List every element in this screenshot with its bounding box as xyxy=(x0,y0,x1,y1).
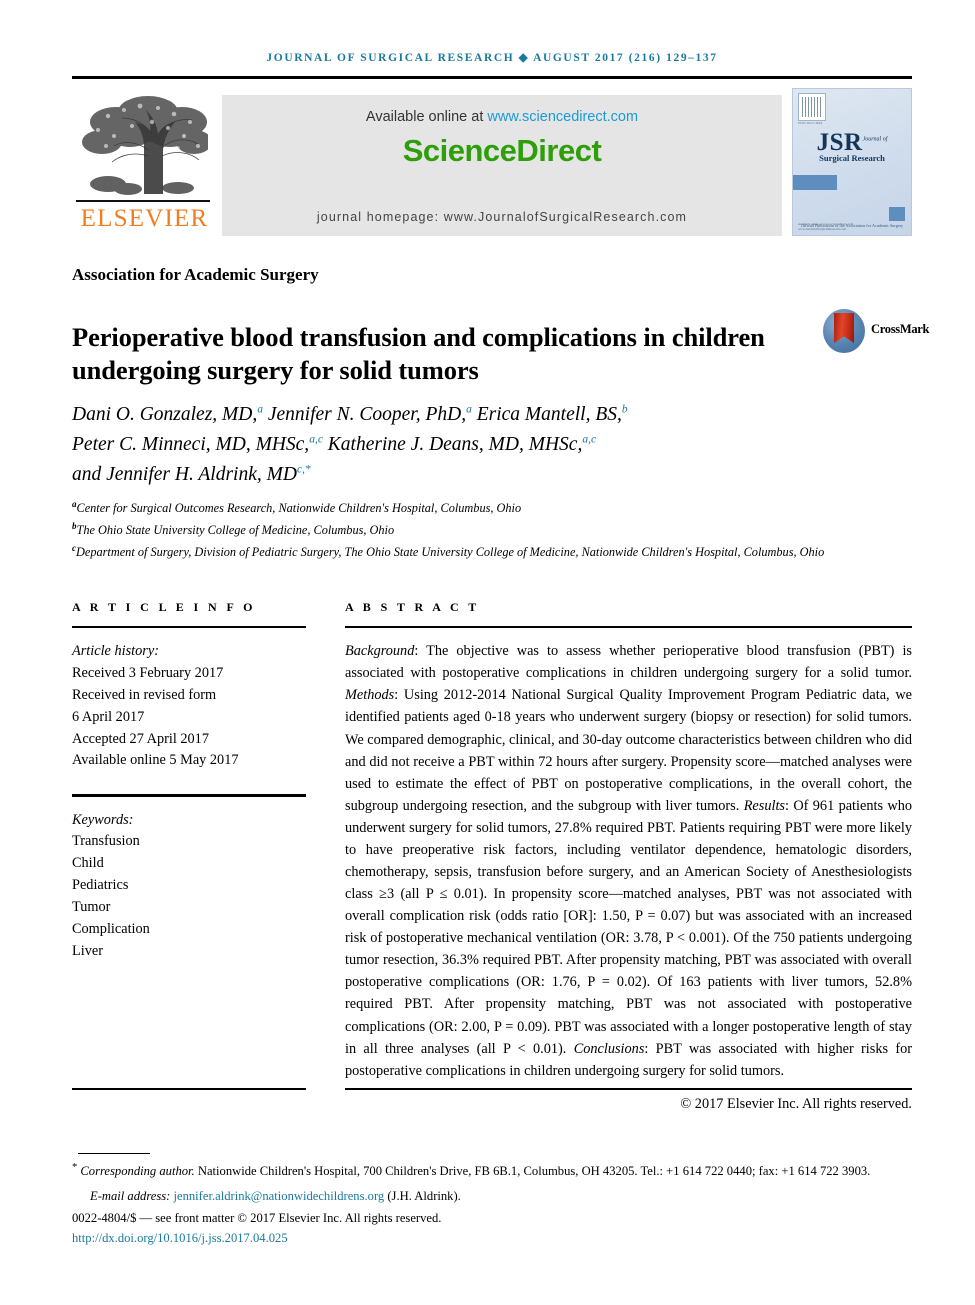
abstract-heading: A B S T R A C T xyxy=(345,600,480,614)
cover-accent-bar-left xyxy=(793,175,837,190)
cover-footer-line1: Available online at www.sciencedirect.co… xyxy=(798,222,854,227)
running-head: JOURNAL OF SURGICAL RESEARCH ◆ AUGUST 20… xyxy=(266,52,718,64)
abstract-body: Background: The objective was to assess … xyxy=(345,640,912,1082)
abstract-copyright: © 2017 Elsevier Inc. All rights reserved… xyxy=(680,1095,912,1112)
keyword-item: Complication xyxy=(72,920,150,937)
article-info-rule-bottom xyxy=(72,1088,306,1091)
cover-footer-line2: www.JournalofSurgicalResearch.com xyxy=(798,226,847,231)
available-online-prefix: Available online at xyxy=(365,109,488,125)
author-deans-affil: a,c xyxy=(582,433,597,446)
abstract-background-label: Background xyxy=(345,643,415,660)
corresponding-author-text: Nationwide Children's Hospital, 700 Chil… xyxy=(194,1164,871,1179)
keyword-item: Liver xyxy=(72,942,103,959)
affiliation-list: aCenter for Surgical Outcomes Research, … xyxy=(72,497,902,563)
sciencedirect-link[interactable]: www.sciencedirect.com xyxy=(487,109,638,125)
cover-title-superscript: Journal of xyxy=(862,136,888,143)
abstract-methods-label: Methods xyxy=(345,687,395,704)
abstract-rule-top xyxy=(345,626,912,629)
issn-copyright-line: 0022-4804/$ — see front matter © 2017 El… xyxy=(72,1210,442,1225)
abstract-rule-bottom xyxy=(345,1088,912,1091)
author-cooper: Jennifer N. Cooper, PhD, xyxy=(263,404,467,425)
affiliation-item: cDepartment of Surgery, Division of Pedi… xyxy=(72,541,902,563)
article-info-column: A R T I C L E I N F O Article history: R… xyxy=(72,600,306,963)
crossmark-label: CrossMark xyxy=(871,322,930,336)
email-link[interactable]: jennifer.aldrink@nationwidechildrens.org xyxy=(174,1189,385,1203)
doi-link[interactable]: http://dx.doi.org/10.1016/j.jss.2017.04.… xyxy=(72,1231,288,1245)
elsevier-logo-rule xyxy=(76,200,210,202)
keyword-item: Transfusion xyxy=(72,833,140,850)
author-deans: Katherine J. Deans, MD, MHSc, xyxy=(322,433,583,455)
author-gonzalez: Dani O. Gonzalez, MD, xyxy=(72,404,258,425)
email-label: E-mail address: xyxy=(90,1188,171,1203)
author-aldrink: and Jennifer H. Aldrink, MD xyxy=(72,463,297,485)
history-item: Received in revised form xyxy=(72,686,217,703)
elsevier-tree-icon xyxy=(82,96,208,195)
society-line: Association for Academic Surgery xyxy=(72,265,319,284)
author-minneci: Peter C. Minneci, MD, MHSc, xyxy=(72,433,310,455)
email-note: E-mail address: jennifer.aldrink@nationw… xyxy=(72,1187,917,1205)
elsevier-logo: ELSEVIER xyxy=(72,88,217,236)
history-item: Accepted 27 April 2017 xyxy=(72,730,209,747)
abstract-results-text: : Of 961 patients who underwent surgery … xyxy=(345,797,913,1057)
journal-homepage-line: journal homepage: www.JournalofSurgicalR… xyxy=(316,210,688,224)
article-info-rule-mid xyxy=(72,794,306,797)
author-list: Dani O. Gonzalez, MD,a Jennifer N. Coope… xyxy=(72,400,902,489)
author-minneci-affil: a,c xyxy=(309,433,323,446)
author-mantell-affil: b xyxy=(621,403,628,416)
affiliation-item: bThe Ohio State University College of Me… xyxy=(72,519,902,541)
crossmark-badge[interactable]: CrossMark xyxy=(823,307,929,357)
keywords-label: Keywords: xyxy=(72,811,134,828)
history-item: Available online 5 May 2017 xyxy=(72,752,239,769)
article-first-page: JOURNAL OF SURGICAL RESEARCH ◆ AUGUST 20… xyxy=(0,0,975,1305)
abstract-background-text: : The objective was to assess whether pe… xyxy=(345,643,912,682)
affiliation-text: Center for Surgical Outcomes Research, N… xyxy=(76,501,522,516)
cover-footer: Available online at www.sciencedirect.co… xyxy=(798,222,853,231)
author-aldrink-affil: c,* xyxy=(296,463,311,476)
abstract-column: A B S T R A C T Background: The objectiv… xyxy=(345,600,912,1113)
history-item: 6 April 2017 xyxy=(72,708,145,725)
keyword-item: Pediatrics xyxy=(72,877,129,894)
cover-issn: ISSN 0022-4804 xyxy=(798,121,823,125)
abstract-conclusions-label: Conclusions xyxy=(573,1040,645,1057)
keyword-item: Child xyxy=(72,855,104,872)
affiliation-item: aCenter for Surgical Outcomes Research, … xyxy=(72,497,902,519)
abstract-methods-text: : Using 2012-2014 National Surgical Qual… xyxy=(345,687,912,814)
corresponding-author-note: * Corresponding author. Nationwide Child… xyxy=(72,1160,917,1181)
elsevier-wordmark: ELSEVIER xyxy=(80,205,209,232)
author-line-2: Peter C. Minneci, MD, MHSc,a,c Katherine… xyxy=(72,430,902,460)
article-history-block: Article history: Received 3 February 201… xyxy=(72,641,306,772)
affiliation-text: Department of Surgery, Division of Pedia… xyxy=(76,545,825,560)
doi-line: http://dx.doi.org/10.1016/j.jss.2017.04.… xyxy=(72,1229,917,1247)
corresponding-author-label: Corresponding author. xyxy=(80,1164,195,1179)
article-info-spacer xyxy=(72,772,306,794)
available-online-line: Available online at www.sciencedirect.co… xyxy=(222,109,782,125)
sciencedirect-banner: Available online at www.sciencedirect.co… xyxy=(222,95,782,236)
author-mantell: Erica Mantell, BS, xyxy=(471,404,622,425)
article-info-rule-top xyxy=(72,626,306,629)
footnote-rule xyxy=(78,1153,150,1155)
corresponding-author-mark: * xyxy=(72,1162,78,1173)
article-info-heading: A R T I C L E I N F O xyxy=(72,600,256,614)
footnote-block: * Corresponding author. Nationwide Child… xyxy=(72,1160,917,1248)
sciencedirect-wordmark: ScienceDirect xyxy=(402,133,602,168)
keywords-block: Keywords: Transfusion Child Pediatrics T… xyxy=(72,810,306,963)
email-suffix: (J.H. Aldrink). xyxy=(384,1188,461,1203)
abstract-results-label: Results xyxy=(743,797,785,814)
journal-cover-thumbnail: ISSN 0022-4804 JSRJournal of Surgical Re… xyxy=(792,88,912,236)
cover-accent-bar-right xyxy=(889,207,905,221)
masthead: ELSEVIER Available online at www.science… xyxy=(72,88,912,238)
cover-publisher-mark-icon xyxy=(798,93,826,121)
page-title: Perioperative blood transfusion and comp… xyxy=(72,321,765,386)
cover-subtitle: Surgical Research xyxy=(819,153,885,163)
article-history-label: Article history: xyxy=(72,643,159,660)
history-item: Received 3 February 2017 xyxy=(72,665,224,682)
keyword-item: Tumor xyxy=(72,898,111,915)
author-line-3: and Jennifer H. Aldrink, MDc,* xyxy=(72,460,902,490)
cover-title-text: JSR xyxy=(816,129,863,156)
affiliation-text: The Ohio State University College of Med… xyxy=(76,523,395,538)
crossmark-icon xyxy=(823,309,865,353)
header-rule xyxy=(72,76,912,79)
author-line-1: Dani O. Gonzalez, MD,a Jennifer N. Coope… xyxy=(72,400,902,430)
